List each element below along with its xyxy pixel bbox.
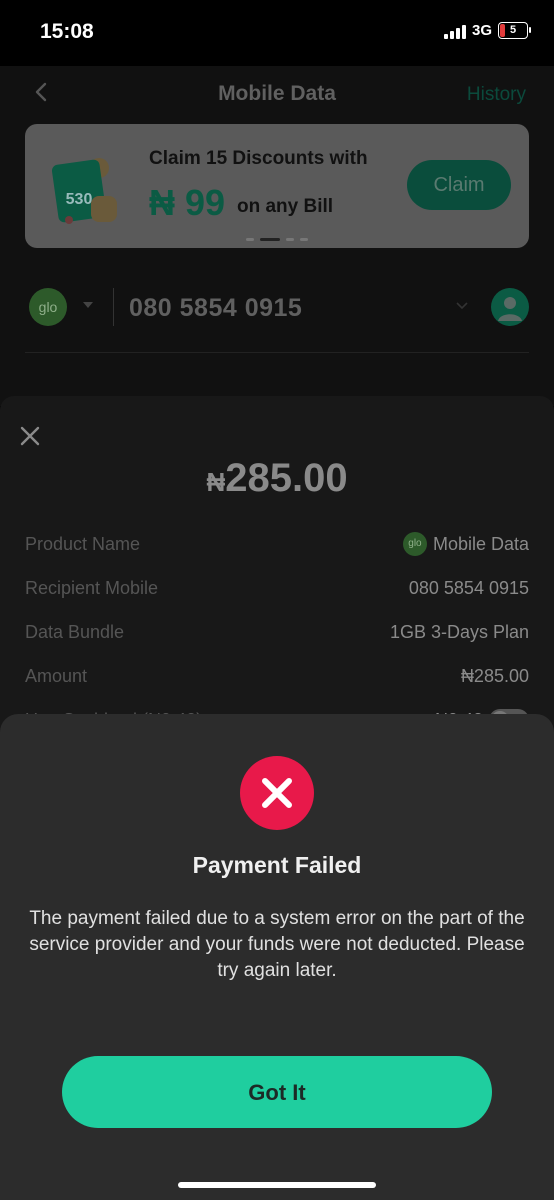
payment-failed-dialog: Payment Failed The payment failed due to… — [0, 714, 554, 1200]
home-indicator[interactable] — [178, 1182, 376, 1188]
promo-subline: on any Bill — [237, 196, 334, 217]
divider — [25, 352, 529, 353]
detail-label: Data Bundle — [25, 621, 125, 642]
detail-label: Product Name — [25, 533, 141, 554]
detail-label: Amount — [25, 665, 88, 686]
detail-value: 1GB 3-Days Plan — [389, 621, 529, 642]
promo-headline: Claim 15 Discounts with — [149, 148, 368, 169]
status-indicators: 3G 5 — [443, 22, 531, 39]
detail-row: Product Name glo Mobile Data — [25, 522, 529, 566]
error-icon — [240, 756, 314, 830]
payment-amount: ₦285.00 — [0, 456, 554, 501]
divider — [113, 288, 114, 326]
status-bar: 15:08 3G 5 — [0, 0, 554, 66]
promo-banner[interactable]: 530 Claim 15 Discounts with ₦ 99 on any … — [25, 124, 529, 248]
payment-details: Product Name glo Mobile Data Recipient M… — [25, 522, 529, 742]
dropdown-chevron-icon[interactable] — [455, 298, 469, 312]
status-time: 15:08 — [40, 20, 94, 43]
network-type: 3G — [471, 22, 492, 39]
phone-number-input[interactable]: 080 5854 0915 — [129, 294, 302, 323]
currency-symbol: ₦ — [206, 467, 226, 497]
product-name: Mobile Data — [432, 533, 529, 554]
chevron-down-icon[interactable] — [83, 302, 93, 308]
voucher-icon: 530 — [51, 158, 117, 224]
detail-row: Data Bundle 1GB 3-Days Plan — [25, 610, 529, 654]
glo-logo: glo — [402, 532, 427, 556]
promo-price: ₦ 99 — [149, 182, 226, 223]
dialog-message: The payment failed due to a system error… — [29, 908, 525, 981]
detail-row: Recipient Mobile 080 5854 0915 — [25, 566, 529, 610]
network-logo[interactable]: glo — [29, 288, 67, 326]
detail-value: 080 5854 0915 — [408, 577, 529, 598]
mobile-data-page: Mobile Data History 530 Claim 15 Discoun… — [0, 66, 554, 406]
battery-level: 5 — [509, 24, 517, 36]
detail-row: Amount ₦285.00 — [25, 654, 529, 698]
voucher-value: 530 — [66, 191, 93, 208]
detail-value: ₦285.00 — [460, 665, 529, 686]
battery-icon: 5 — [498, 22, 531, 39]
dialog-title: Payment Failed — [192, 852, 362, 878]
claim-button[interactable]: Claim — [407, 160, 511, 210]
detail-value: glo Mobile Data — [402, 532, 529, 556]
contact-icon[interactable] — [491, 288, 529, 326]
close-icon[interactable] — [18, 424, 42, 448]
nav-bar: Mobile Data History — [0, 76, 554, 116]
amount-value: 285.00 — [225, 456, 348, 500]
signal-icon — [443, 23, 466, 39]
recipient-row: glo 080 5854 0915 — [25, 280, 529, 340]
detail-label: Recipient Mobile — [25, 577, 159, 598]
got-it-button[interactable]: Got It — [62, 1056, 492, 1128]
carousel-dots — [25, 238, 529, 241]
history-link[interactable]: History — [467, 84, 526, 106]
